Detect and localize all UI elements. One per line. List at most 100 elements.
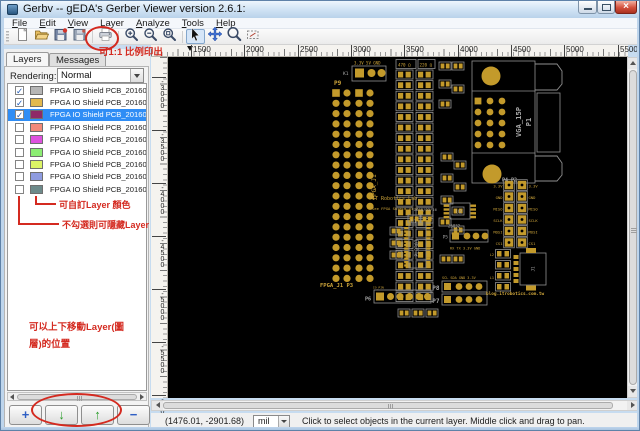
layer-visibility-checkbox[interactable] bbox=[15, 98, 24, 108]
svg-text:CS1: CS1 bbox=[496, 241, 504, 246]
svg-text:3.3V: 3.3V bbox=[493, 184, 503, 189]
board-label-shield: See FPGA Shield V1.0 bbox=[372, 206, 418, 211]
scrollbar-thumb[interactable] bbox=[629, 70, 637, 385]
zoom-region-tool-button[interactable] bbox=[224, 27, 243, 44]
new-file-button[interactable] bbox=[13, 27, 32, 44]
annotation-line bbox=[18, 196, 20, 225]
save-as-icon bbox=[53, 27, 68, 47]
measure-tool-button[interactable] bbox=[243, 29, 262, 44]
unit-combo[interactable]: mil bbox=[253, 414, 290, 428]
rendering-combo[interactable]: Normal bbox=[57, 68, 144, 83]
minimize-icon bbox=[584, 8, 592, 10]
print-button[interactable] bbox=[96, 27, 115, 44]
board-label-fpga-j1-p3: FPGA_J1 P3 bbox=[320, 283, 353, 289]
scrollbar-thumb[interactable] bbox=[163, 402, 613, 409]
canvas-hscrollbar[interactable] bbox=[151, 400, 639, 411]
layer-color-swatch[interactable] bbox=[30, 172, 43, 182]
pan-tool-button[interactable] bbox=[205, 26, 224, 44]
layer-visibility-checkbox[interactable] bbox=[15, 85, 24, 95]
svg-text:MISO: MISO bbox=[493, 207, 503, 212]
zoom-fit-button[interactable] bbox=[160, 27, 179, 47]
board-label-lab: IT Robotics Lab bbox=[372, 196, 417, 202]
layer-row[interactable]: FPGA IO Shield PCB_20160225- bbox=[8, 146, 146, 158]
scroll-left-arrow[interactable] bbox=[152, 401, 163, 410]
tab-messages[interactable]: Messages bbox=[49, 53, 107, 66]
layer-color-swatch[interactable] bbox=[30, 184, 43, 194]
combo-dropdown-button[interactable] bbox=[130, 69, 143, 82]
layer-row[interactable]: FPGA IO Shield PCB_20160225- bbox=[8, 84, 146, 96]
layer-row[interactable]: FPGA IO Shield PCB_20160225- bbox=[8, 121, 146, 133]
svg-text:MOSI: MOSI bbox=[493, 230, 502, 235]
ruler-tick: -4000 bbox=[152, 183, 166, 215]
layer-color-swatch[interactable] bbox=[30, 110, 43, 120]
layer-row[interactable]: FPGA IO Shield PCB_20160225- bbox=[8, 183, 146, 195]
minimize-button[interactable] bbox=[578, 1, 597, 14]
board-label-p5pins: RX TX 3.3V GND bbox=[450, 247, 480, 251]
cursor-coordinates: (1476.01, -2901.68) bbox=[165, 416, 245, 426]
scroll-right-arrow[interactable] bbox=[138, 393, 146, 400]
ruler-tick: -4500 bbox=[152, 236, 166, 268]
board-label-p1: P1 bbox=[525, 118, 533, 126]
layer-row[interactable]: FPGA IO Shield PCB_20160225- bbox=[8, 158, 146, 170]
layer-row[interactable]: FPGA IO Shield PCB_20160225.d bbox=[8, 171, 146, 183]
zoom-fit-icon bbox=[162, 27, 177, 47]
add-layer-button[interactable]: + bbox=[9, 405, 42, 425]
layer-visibility-checkbox[interactable] bbox=[15, 110, 24, 120]
move-layer-up-button[interactable]: ↑ bbox=[81, 405, 114, 425]
close-button[interactable]: × bbox=[615, 1, 637, 14]
board-label-220: 220 Ω bbox=[420, 62, 433, 67]
layer-name: FPGA IO Shield PCB_20160225- bbox=[50, 85, 146, 95]
board-label-u2: U2 bbox=[456, 210, 462, 216]
board-label-p6: P6 bbox=[365, 297, 371, 303]
layer-row[interactable]: FPGA IO Shield PCB_20160225- bbox=[8, 108, 146, 122]
toolbar-grip[interactable] bbox=[6, 30, 9, 43]
layer-color-swatch[interactable] bbox=[30, 122, 43, 132]
zoom-in-button[interactable] bbox=[122, 27, 141, 44]
layer-visibility-checkbox[interactable] bbox=[15, 147, 24, 157]
layer-visibility-checkbox[interactable] bbox=[15, 172, 24, 182]
board-label-p5: P5 bbox=[443, 235, 449, 241]
tab-layers[interactable]: Layers bbox=[6, 52, 49, 66]
save-button[interactable] bbox=[70, 28, 89, 44]
layer-visibility-checkbox[interactable] bbox=[15, 122, 24, 132]
layer-row[interactable]: FPGA IO Shield PCB_20160225- bbox=[8, 134, 146, 146]
window-title: Gerbv -- gEDA's Gerber Viewer version 2.… bbox=[23, 3, 246, 15]
pointer-tool-button[interactable] bbox=[186, 26, 205, 44]
layer-visibility-checkbox[interactable] bbox=[15, 160, 24, 170]
combo-dropdown-button[interactable] bbox=[278, 415, 289, 427]
zoom-out-button[interactable] bbox=[141, 27, 160, 44]
svg-text:MISO: MISO bbox=[529, 207, 539, 212]
titlebar[interactable]: Gerbv -- gEDA's Gerber Viewer version 2.… bbox=[1, 1, 639, 18]
layer-color-swatch[interactable] bbox=[30, 85, 43, 95]
remove-layer-button[interactable]: − bbox=[117, 405, 150, 425]
layer-row[interactable]: FPGA IO Shield PCB_20160225- bbox=[8, 96, 146, 108]
svg-text:GND: GND bbox=[496, 195, 504, 200]
layer-color-swatch[interactable] bbox=[30, 160, 43, 170]
board-label-p9: P9 bbox=[334, 80, 342, 87]
board-label-date: 2015/03/16 bbox=[414, 207, 438, 212]
layer-visibility-checkbox[interactable] bbox=[15, 135, 24, 145]
layer-name: FPGA IO Shield PCB_20160225- bbox=[50, 122, 146, 132]
board-label-l2: L2 bbox=[490, 253, 494, 257]
annotation-line bbox=[35, 203, 56, 205]
board-label-470: 470 Ω bbox=[398, 62, 411, 67]
layer-visibility-checkbox[interactable] bbox=[15, 184, 24, 194]
gerber-canvas[interactable]: P9 K1 3.3V 5V GND 470 Ω 220 Ω FPGA_J1 FP… bbox=[168, 57, 627, 398]
layer-color-swatch[interactable] bbox=[30, 98, 43, 108]
board-label-pl2303: PL2303 bbox=[415, 239, 421, 256]
rendering-label: Rendering: bbox=[10, 71, 57, 82]
open-file-button[interactable] bbox=[32, 29, 51, 44]
layer-color-swatch[interactable] bbox=[30, 135, 43, 145]
move-layer-down-button[interactable]: ↓ bbox=[45, 405, 78, 425]
save-as-button[interactable] bbox=[51, 27, 70, 47]
layer-list-hscrollbar[interactable] bbox=[7, 392, 147, 401]
layer-color-swatch[interactable] bbox=[30, 147, 43, 157]
board-label-chip: 25Q32 bbox=[448, 224, 461, 229]
ruler-tick: -5500 bbox=[152, 342, 166, 374]
layer-name: FPGA IO Shield PCB_20160225- bbox=[50, 98, 146, 108]
pcb-render: P9 K1 3.3V 5V GND 470 Ω 220 Ω FPGA_J1 FP… bbox=[320, 59, 563, 318]
scrollbar-thumb[interactable] bbox=[17, 393, 137, 401]
scroll-left-arrow[interactable] bbox=[8, 393, 16, 400]
ruler-tick: -5000 bbox=[152, 289, 166, 321]
maximize-button[interactable] bbox=[597, 1, 615, 14]
